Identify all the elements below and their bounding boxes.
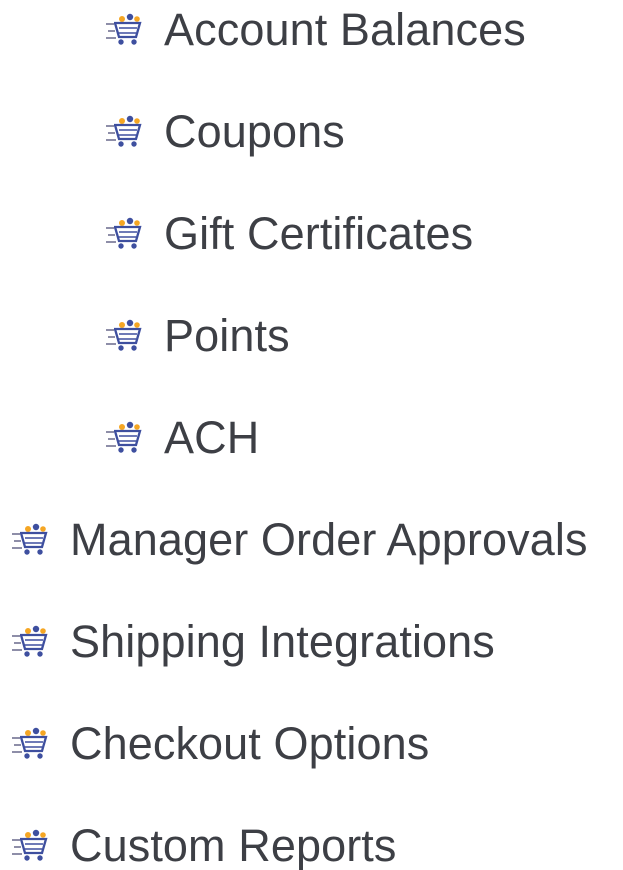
menu-item-manager-order-approvals[interactable]: Manager Order Approvals	[12, 510, 588, 570]
menu-item-custom-reports[interactable]: Custom Reports	[12, 816, 397, 870]
menu-item-shipping-integrations[interactable]: Shipping Integrations	[12, 612, 495, 672]
menu-item-label: Gift Certificates	[164, 208, 474, 259]
menu-item-label: Shipping Integrations	[70, 616, 495, 667]
menu-item-points[interactable]: Points	[106, 306, 290, 366]
menu-item-coupons[interactable]: Coupons	[106, 102, 345, 162]
menu-item-label: ACH	[164, 412, 260, 463]
menu-item-gift-certificates[interactable]: Gift Certificates	[106, 204, 473, 264]
cart-icon	[12, 625, 50, 659]
menu-item-checkout-options[interactable]: Checkout Options	[12, 714, 429, 774]
menu-list: Account Balances Coupons Gift Certificat…	[0, 0, 623, 870]
menu-item-label: Account Balances	[164, 4, 526, 55]
cart-icon	[106, 115, 144, 149]
cart-icon	[106, 421, 144, 455]
menu-item-label: Checkout Options	[70, 718, 430, 769]
cart-icon	[106, 217, 144, 251]
menu-item-label: Points	[164, 310, 290, 361]
cart-icon	[12, 727, 50, 761]
cart-icon	[106, 319, 144, 353]
menu-item-account-balances[interactable]: Account Balances	[106, 0, 526, 60]
menu-item-label: Coupons	[164, 106, 345, 157]
menu-item-ach[interactable]: ACH	[106, 408, 259, 468]
cart-icon	[106, 13, 144, 47]
menu-item-label: Manager Order Approvals	[70, 514, 588, 565]
cart-icon	[12, 829, 50, 863]
cart-icon	[12, 523, 50, 557]
menu-item-label: Custom Reports	[70, 820, 397, 870]
